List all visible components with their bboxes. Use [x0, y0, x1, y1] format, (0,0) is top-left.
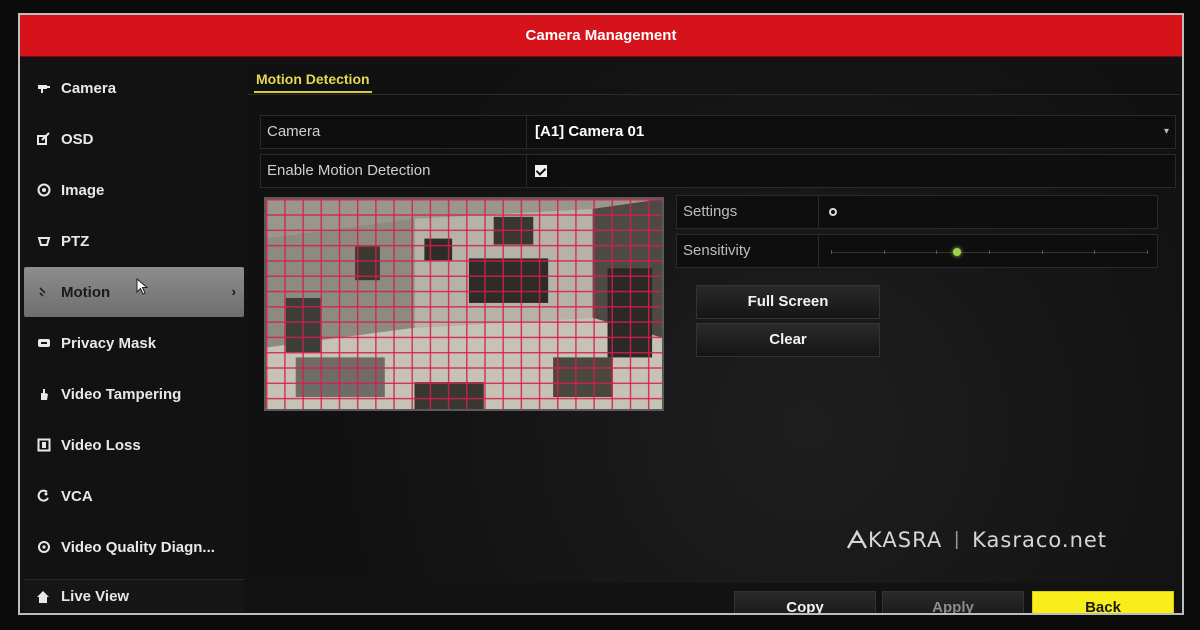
- osd-icon: [36, 131, 52, 147]
- kasra-logo: KASRA: [846, 528, 942, 552]
- sidebar-item-label: Video Tampering: [61, 385, 182, 403]
- sidebar-item-label: Camera: [61, 79, 117, 97]
- camera-select[interactable]: [A1] Camera 01 ▾: [527, 116, 1175, 148]
- sidebar: Camera OSD Image PTZ Motion › Privacy Ma…: [24, 63, 244, 577]
- settings-radio-cell: [819, 196, 1157, 228]
- video-loss-icon: [36, 437, 52, 453]
- watermark-site: Kasraco.net: [972, 528, 1108, 552]
- sensitivity-tick: [1094, 250, 1096, 254]
- chevron-down-icon: ▾: [1163, 126, 1169, 137]
- sensitivity-tick: [1041, 250, 1043, 254]
- watermark: KASRA | Kasraco.net: [846, 528, 1107, 552]
- motion-detection-grid: [266, 199, 662, 409]
- camera-select-value: [A1] Camera 01: [535, 123, 645, 140]
- apply-button[interactable]: Apply: [882, 591, 1024, 613]
- image-icon: [36, 182, 52, 198]
- sensitivity-tick: [883, 250, 885, 254]
- sensitivity-tick: [1147, 250, 1148, 254]
- sidebar-item-video-tampering[interactable]: Video Tampering: [24, 369, 244, 419]
- video-tampering-icon: [36, 386, 52, 402]
- home-icon: [36, 589, 52, 605]
- watermark-brand: KASRA: [868, 528, 943, 552]
- chevron-right-icon: ›: [231, 284, 236, 299]
- sidebar-item-motion[interactable]: Motion ›: [24, 267, 244, 317]
- sidebar-item-camera[interactable]: Camera: [24, 63, 244, 113]
- settings-row: Settings: [676, 195, 1158, 229]
- ptz-icon: [36, 233, 52, 249]
- video-quality-icon: [36, 539, 52, 555]
- sidebar-item-label: OSD: [61, 130, 94, 148]
- camera-management-window: Camera Management Camera OSD Image PTZ M…: [18, 13, 1184, 615]
- enable-motion-checkbox-cell: [527, 155, 1175, 187]
- sensitivity-slider[interactable]: [831, 248, 1148, 256]
- enable-motion-row: Enable Motion Detection: [260, 154, 1176, 188]
- sidebar-item-privacy-mask[interactable]: Privacy Mask: [24, 318, 244, 368]
- tab-motion-detection[interactable]: Motion Detection: [254, 67, 372, 93]
- sensitivity-slider-cell: [819, 235, 1157, 267]
- vca-icon: [36, 488, 52, 504]
- clear-button[interactable]: Clear: [696, 323, 880, 357]
- sensitivity-knob[interactable]: [953, 248, 962, 256]
- enable-motion-label: Enable Motion Detection: [261, 155, 527, 187]
- sidebar-item-label: VCA: [61, 487, 93, 505]
- full-screen-button[interactable]: Full Screen: [696, 285, 880, 319]
- sidebar-item-label: Image: [61, 181, 105, 199]
- settings-radio[interactable]: [829, 208, 837, 216]
- live-view-label: Live View: [61, 588, 130, 605]
- settings-label: Settings: [677, 196, 819, 228]
- live-view-button[interactable]: Live View: [24, 579, 244, 613]
- enable-motion-checkbox[interactable]: [535, 165, 547, 177]
- watermark-separator: |: [954, 529, 961, 550]
- sidebar-item-label: Video Quality Diagn...: [61, 538, 215, 556]
- sensitivity-tick: [936, 250, 938, 254]
- tab-divider: [248, 94, 1180, 95]
- mouse-cursor-icon: [136, 278, 149, 295]
- copy-button[interactable]: Copy: [734, 591, 876, 613]
- sidebar-item-label: Privacy Mask: [61, 334, 157, 352]
- camera-label: Camera: [261, 116, 527, 148]
- window-title: Camera Management: [20, 15, 1182, 57]
- camera-icon: [36, 80, 52, 96]
- privacy-mask-icon: [36, 335, 52, 351]
- sensitivity-tick: [831, 250, 832, 254]
- sensitivity-label: Sensitivity: [677, 235, 819, 267]
- sidebar-item-osd[interactable]: OSD: [24, 114, 244, 164]
- sensitivity-row: Sensitivity: [676, 234, 1158, 268]
- sidebar-item-video-quality[interactable]: Video Quality Diagn...: [24, 522, 244, 572]
- back-button[interactable]: Back: [1032, 591, 1174, 613]
- sidebar-item-ptz[interactable]: PTZ: [24, 216, 244, 266]
- sidebar-item-image[interactable]: Image: [24, 165, 244, 215]
- motion-icon: [36, 284, 52, 300]
- sidebar-item-video-loss[interactable]: Video Loss: [24, 420, 244, 470]
- sidebar-item-label: PTZ: [61, 232, 90, 250]
- camera-row: Camera [A1] Camera 01 ▾: [260, 115, 1176, 149]
- sidebar-item-vca[interactable]: VCA: [24, 471, 244, 521]
- motion-area-preview[interactable]: [264, 197, 664, 411]
- sensitivity-tick: [989, 250, 990, 254]
- main-panel: Motion Detection Camera [A1] Camera 01 ▾…: [248, 63, 1180, 613]
- sidebar-item-label: Motion: [61, 283, 111, 301]
- sidebar-item-label: Video Loss: [61, 436, 141, 454]
